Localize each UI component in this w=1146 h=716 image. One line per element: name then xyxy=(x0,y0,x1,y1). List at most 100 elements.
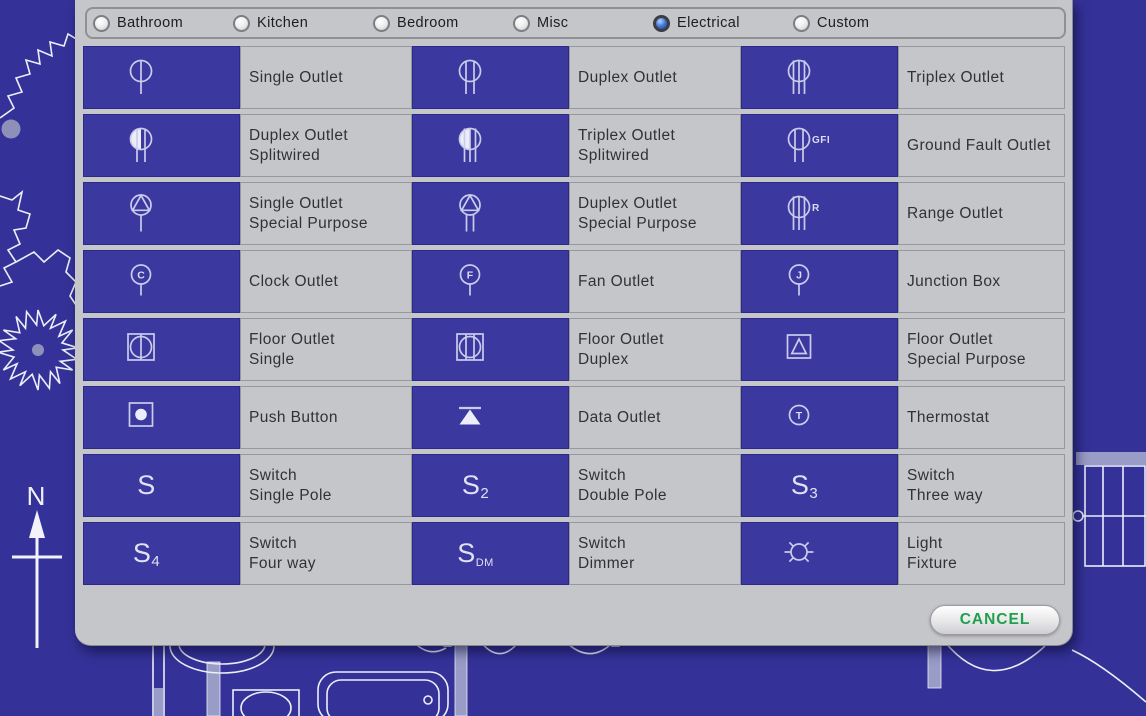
switch-double-pole-button[interactable]: S2 xyxy=(412,454,569,517)
radio-selected-icon[interactable] xyxy=(653,15,670,32)
symbol-label: Duplex Outlet Special Purpose xyxy=(569,182,741,245)
duplex-outlet-splitwired-icon xyxy=(109,124,185,168)
terrain-contour xyxy=(0,192,30,286)
tab-bedroom[interactable]: Bedroom xyxy=(373,15,513,32)
symbol-label: Light Fixture xyxy=(898,522,1065,585)
cancel-button[interactable]: CANCEL xyxy=(930,605,1060,635)
single-outlet-icon xyxy=(109,56,185,100)
duplex-outlet-special-button[interactable] xyxy=(412,182,569,245)
range-outlet-button[interactable]: R xyxy=(741,182,898,245)
bathtub-drain xyxy=(424,696,432,704)
symbol-label: Switch Three way xyxy=(898,454,1065,517)
radio-unselected-icon[interactable] xyxy=(373,15,390,32)
tab-label: Bedroom xyxy=(397,15,459,31)
svg-text:C: C xyxy=(137,269,145,281)
radio-unselected-icon[interactable] xyxy=(513,15,530,32)
floor-outlet-duplex-button[interactable] xyxy=(412,318,569,381)
terrain-contour xyxy=(16,250,78,308)
door-swing-arc xyxy=(945,642,1045,671)
symbol-label: Junction Box xyxy=(898,250,1065,313)
category-radio-bar: Bathroom Kitchen Bedroom Misc Electrical Cust… xyxy=(85,7,1066,39)
junction-box-button[interactable]: J xyxy=(741,250,898,313)
symbol-label: Data Outlet xyxy=(569,386,741,449)
radio-unselected-icon[interactable] xyxy=(93,15,110,32)
light-fixture-icon xyxy=(767,532,843,576)
switch-dimmer-button[interactable]: SDM xyxy=(412,522,569,585)
duplex-outlet-splitwired-button[interactable] xyxy=(83,114,240,177)
tab-electrical[interactable]: Electrical xyxy=(653,15,793,32)
data-outlet-icon xyxy=(438,396,514,440)
floor-outlet-single-button[interactable] xyxy=(83,318,240,381)
terrain-contour xyxy=(0,28,84,118)
duplex-outlet-button[interactable] xyxy=(412,46,569,109)
clock-outlet-button[interactable]: C xyxy=(83,250,240,313)
light-fixture-button[interactable] xyxy=(741,522,898,585)
symbol-label: Switch Single Pole xyxy=(240,454,412,517)
blueprint-canvas: N xyxy=(0,0,1146,716)
symbol-label: Floor Outlet Single xyxy=(240,318,412,381)
tab-bathroom[interactable]: Bathroom xyxy=(93,15,233,32)
single-outlet-button[interactable] xyxy=(83,46,240,109)
thermostat-button[interactable]: T xyxy=(741,386,898,449)
tab-kitchen[interactable]: Kitchen xyxy=(233,15,373,32)
push-button-icon xyxy=(109,396,185,440)
switch-single-pole-button[interactable]: S xyxy=(83,454,240,517)
floor-outlet-single-icon xyxy=(109,328,185,372)
tab-label: Bathroom xyxy=(117,15,183,31)
symbol-label: Duplex Outlet xyxy=(569,46,741,109)
switch-double-pole-icon: S2 xyxy=(462,470,489,502)
tab-label: Kitchen xyxy=(257,15,308,31)
bathtub-plan xyxy=(318,672,448,716)
switch-four-way-button[interactable]: S4 xyxy=(83,522,240,585)
bush-center-dot xyxy=(32,344,44,356)
symbol-label: Push Button xyxy=(240,386,412,449)
symbol-label: Triplex Outlet xyxy=(898,46,1065,109)
tab-misc[interactable]: Misc xyxy=(513,15,653,32)
switch-three-way-button[interactable]: S3 xyxy=(741,454,898,517)
symbol-picker-dialog: Bathroom Kitchen Bedroom Misc Electrical Cust… xyxy=(75,0,1073,646)
symbol-label: Switch Dimmer xyxy=(569,522,741,585)
triplex-outlet-button[interactable] xyxy=(741,46,898,109)
data-outlet-button[interactable] xyxy=(412,386,569,449)
clock-outlet-icon: C xyxy=(109,260,185,304)
fan-outlet-button[interactable]: F xyxy=(412,250,569,313)
floor-outlet-special-button[interactable] xyxy=(741,318,898,381)
tab-custom[interactable]: Custom xyxy=(793,15,933,32)
symbol-label: Floor Outlet Special Purpose xyxy=(898,318,1065,381)
window-grid xyxy=(1073,452,1146,566)
tab-label: Custom xyxy=(817,15,869,31)
duplex-outlet-special-icon xyxy=(438,192,514,236)
symbol-grid: Single OutletDuplex OutletTriplex Outlet… xyxy=(83,46,1068,585)
switch-four-way-icon: S4 xyxy=(133,538,160,570)
push-button-button[interactable] xyxy=(83,386,240,449)
triplex-outlet-splitwired-button[interactable] xyxy=(412,114,569,177)
junction-box-icon: J xyxy=(767,260,843,304)
north-arrow: N xyxy=(12,481,62,648)
tab-label: Misc xyxy=(537,15,568,31)
north-label: N xyxy=(27,481,46,511)
svg-text:T: T xyxy=(795,409,802,421)
bathtub-inner xyxy=(327,680,439,716)
sink-basin xyxy=(241,692,291,716)
symbol-label: Switch Four way xyxy=(240,522,412,585)
svg-text:F: F xyxy=(466,269,473,281)
single-outlet-special-button[interactable] xyxy=(83,182,240,245)
switch-dimmer-icon: SDM xyxy=(457,538,494,569)
triplex-outlet-splitwired-icon xyxy=(438,124,514,168)
switch-three-way-icon: S3 xyxy=(791,470,818,502)
plan-dot xyxy=(2,120,21,139)
door-swing-arc xyxy=(1072,650,1146,702)
thermostat-icon: T xyxy=(767,396,843,440)
radio-unselected-icon[interactable] xyxy=(793,15,810,32)
symbol-label: Thermostat xyxy=(898,386,1065,449)
symbol-label: Duplex Outlet Splitwired xyxy=(240,114,412,177)
triplex-outlet-icon xyxy=(767,56,843,100)
symbol-label: Range Outlet xyxy=(898,182,1065,245)
tab-label: Electrical xyxy=(677,15,740,31)
fan-outlet-icon: F xyxy=(438,260,514,304)
ground-fault-outlet-button[interactable]: GFI xyxy=(741,114,898,177)
svg-text:R: R xyxy=(812,203,820,214)
radio-unselected-icon[interactable] xyxy=(233,15,250,32)
symbol-label: Single Outlet Special Purpose xyxy=(240,182,412,245)
symbol-label: Switch Double Pole xyxy=(569,454,741,517)
